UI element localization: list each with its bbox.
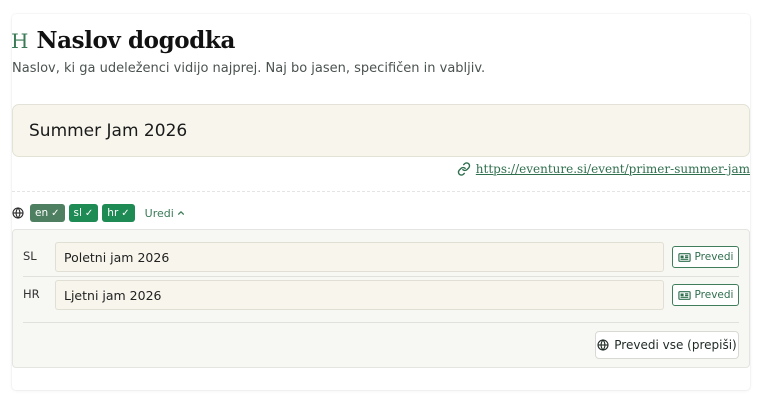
- translate-button-hr[interactable]: Prevedi: [672, 284, 739, 306]
- translate-button-sl[interactable]: Prevedi: [672, 246, 739, 268]
- globe-icon: [12, 207, 24, 219]
- chevron-up-icon: [177, 211, 184, 215]
- title-header: H Naslov dogodka: [11, 27, 235, 54]
- language-badge-sl[interactable]: sl ✓: [68, 204, 99, 222]
- language-code: sl: [73, 207, 82, 219]
- language-badge-hr[interactable]: hr ✓: [102, 204, 135, 222]
- check-icon: ✓: [121, 207, 130, 219]
- link-icon: [457, 162, 470, 176]
- field-description: Naslov, ki ga udeleženci vidijo najprej.…: [12, 61, 486, 76]
- check-icon: ✓: [51, 207, 60, 219]
- translation-language-code: HR: [23, 287, 40, 301]
- translation-input-hr[interactable]: [55, 280, 664, 310]
- edit-label: Uredi: [144, 206, 174, 220]
- translation-row-hr: HR Prevedi: [13, 280, 749, 310]
- language-code: en: [35, 207, 49, 219]
- translate-all-button[interactable]: Prevedi vse (prepiši): [595, 331, 739, 359]
- edit-languages-toggle[interactable]: Uredi: [145, 207, 185, 220]
- translate-button-label: Prevedi: [694, 289, 734, 301]
- heading-icon: H: [11, 29, 29, 53]
- language-selector: en ✓ sl ✓ hr ✓ Uredi: [12, 204, 185, 222]
- translation-row-sl: SL Prevedi: [13, 242, 749, 272]
- page-title: Naslov dogodka: [36, 27, 235, 54]
- event-title-input[interactable]: [12, 104, 750, 157]
- language-code: hr: [107, 207, 119, 219]
- event-url-row: https://eventure.si/event/primer-summer-…: [457, 162, 750, 176]
- panel-divider: [23, 322, 739, 323]
- translation-input-sl[interactable]: [55, 242, 664, 272]
- row-divider: [23, 276, 739, 277]
- language-badge-en[interactable]: en ✓: [30, 204, 65, 222]
- event-url-link[interactable]: https://eventure.si/event/primer-summer-…: [476, 162, 750, 176]
- translate-icon: [677, 252, 691, 262]
- translate-icon: [677, 290, 691, 300]
- translate-button-label: Prevedi: [694, 251, 734, 263]
- globe-icon: [597, 339, 609, 351]
- translate-all-label: Prevedi vse (prepiši): [614, 338, 737, 352]
- section-divider: [12, 191, 750, 192]
- translations-panel: SL Prevedi HR Prevedi: [12, 229, 750, 368]
- translation-language-code: SL: [23, 249, 37, 263]
- check-icon: ✓: [84, 207, 94, 219]
